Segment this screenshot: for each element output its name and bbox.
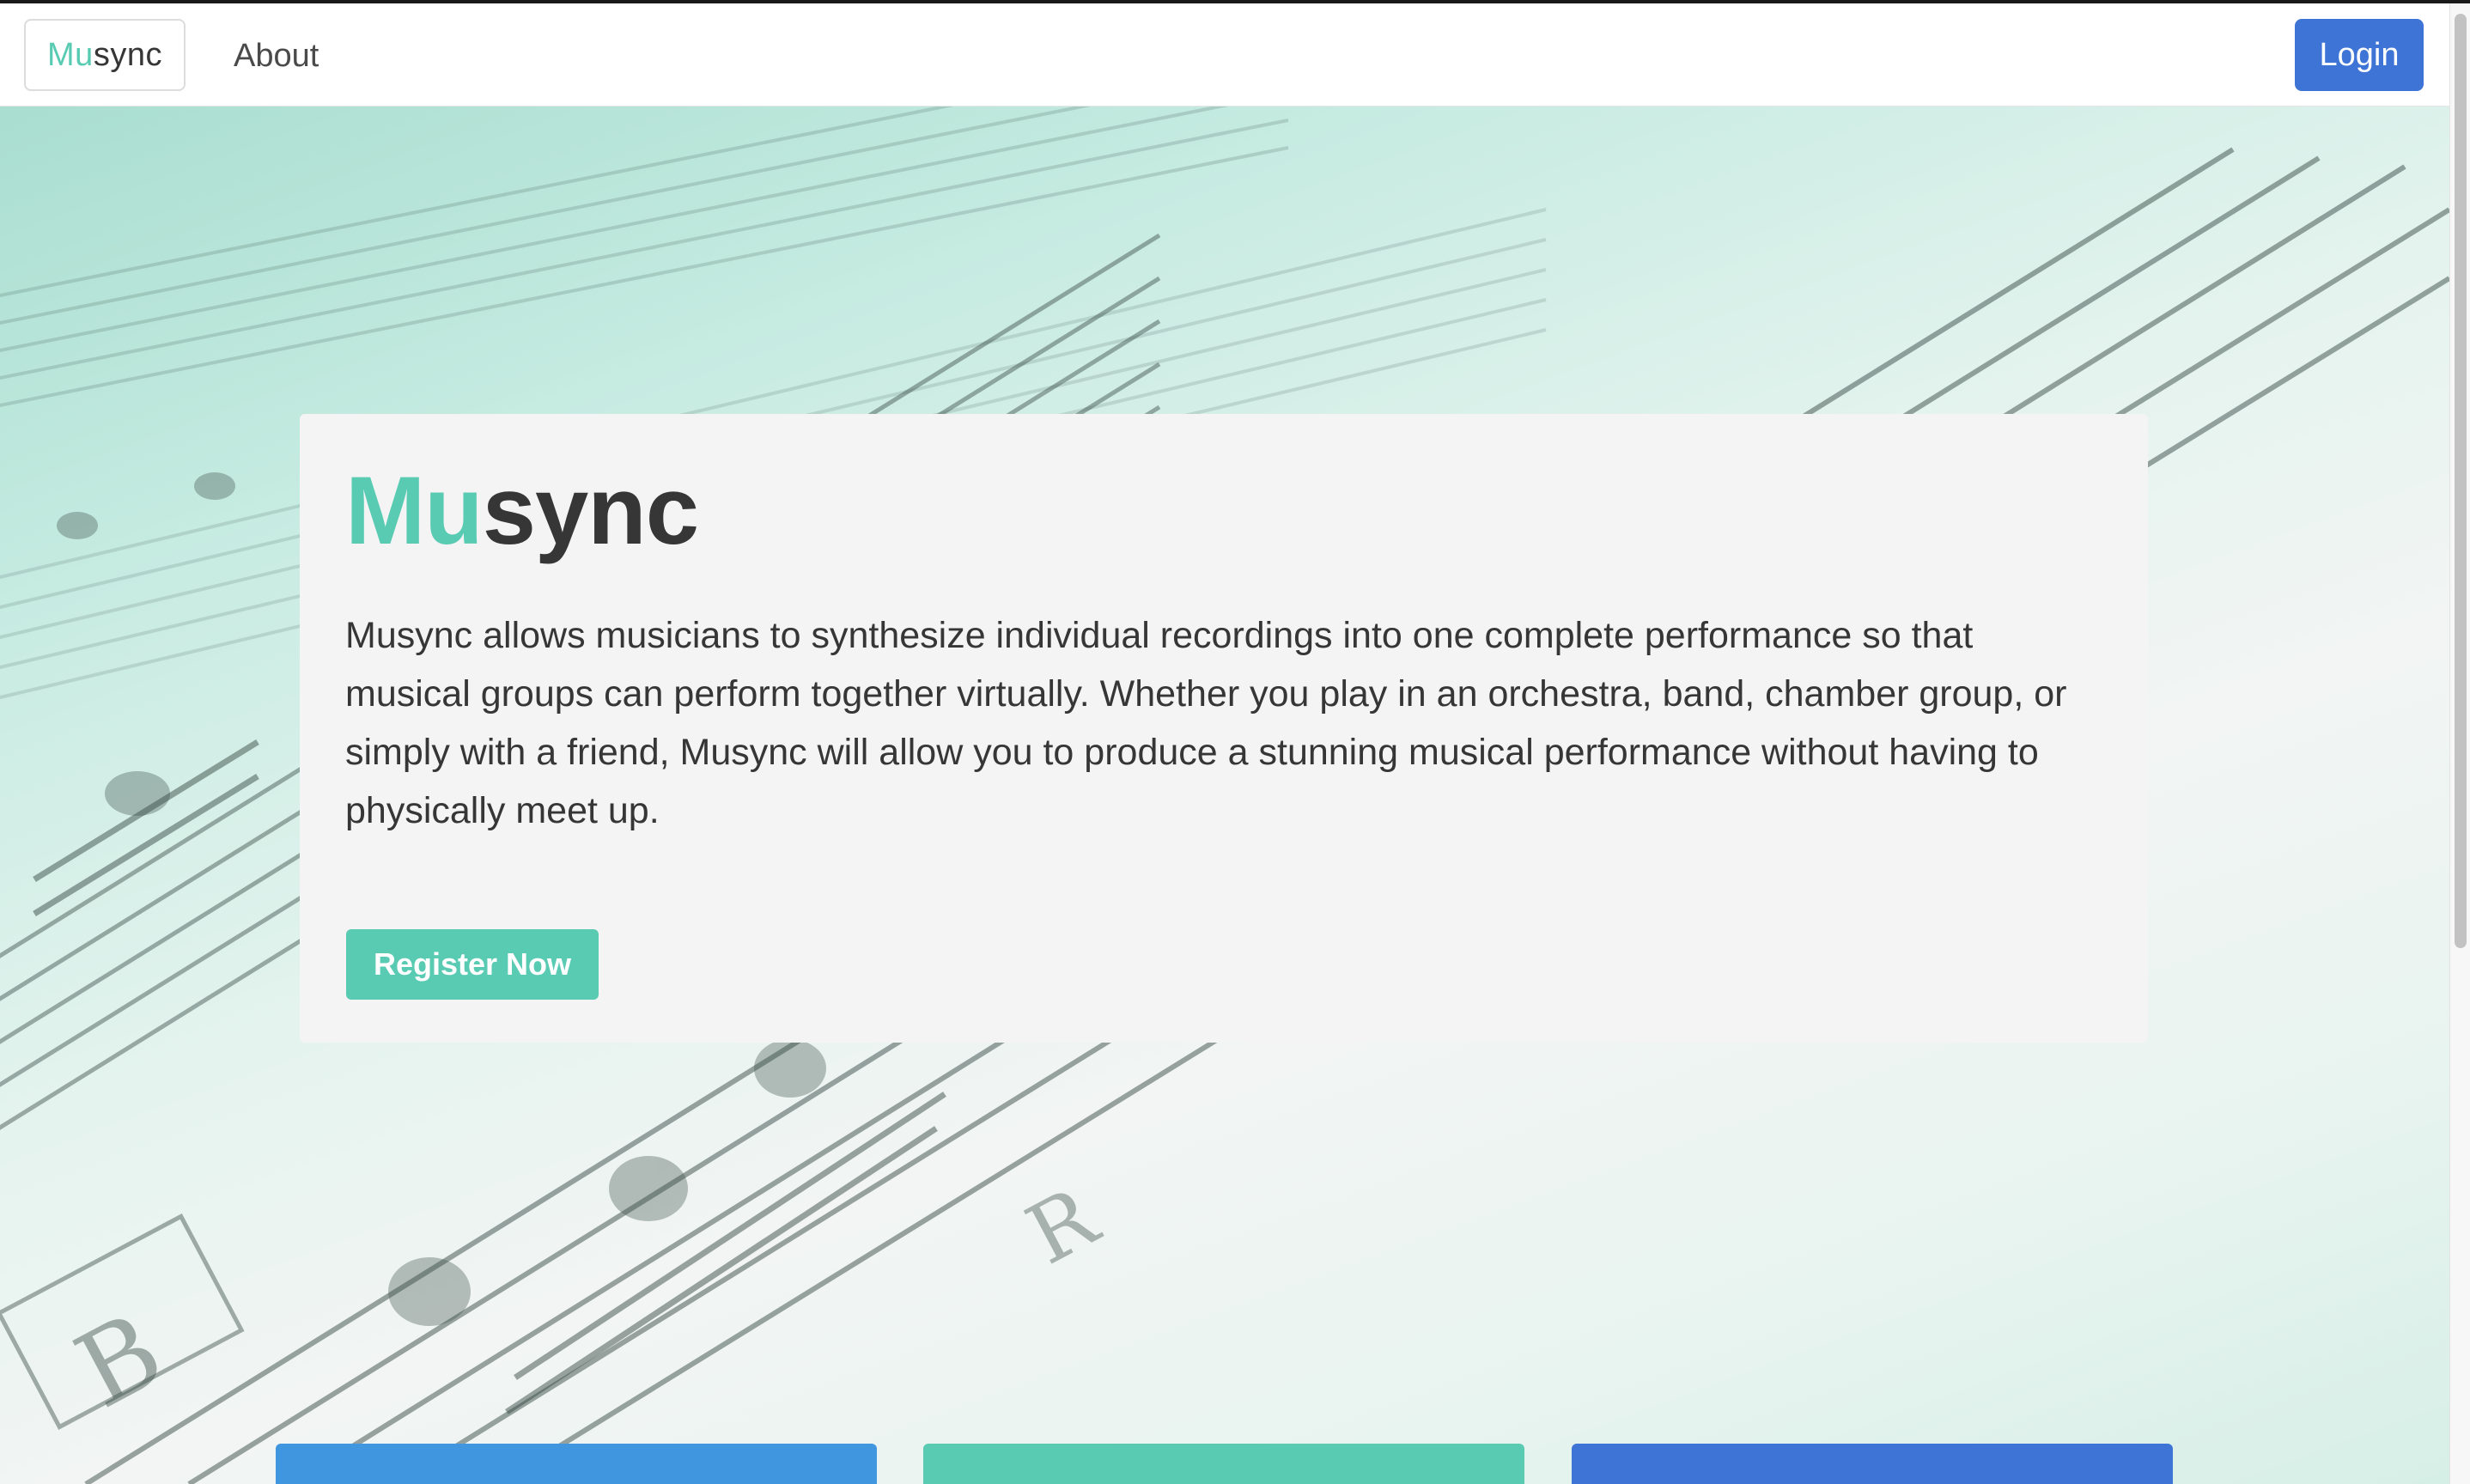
hero-title-accent: Mu xyxy=(345,457,484,564)
hero-description: Musync allows musicians to synthesize in… xyxy=(345,615,2067,831)
svg-text:R: R xyxy=(1012,1168,1114,1283)
hero-section: B R Musync Musync allows musicians to sy… xyxy=(0,106,2449,1484)
scrollbar-thumb[interactable] xyxy=(2455,14,2467,948)
feature-card-2[interactable] xyxy=(923,1444,1524,1484)
feature-card-3[interactable] xyxy=(1572,1444,2173,1484)
hero-card: Musync Musync allows musicians to synthe… xyxy=(300,414,2148,1043)
brand-logo-link[interactable]: Mu sync xyxy=(24,19,186,91)
register-now-button[interactable]: Register Now xyxy=(346,929,599,1000)
brand-rest-text: sync xyxy=(93,36,162,73)
feature-card-1[interactable] xyxy=(276,1444,877,1484)
hero-title: Musync xyxy=(345,455,699,566)
vertical-scrollbar[interactable] xyxy=(2449,3,2470,1484)
nav-about-link[interactable]: About xyxy=(234,34,319,77)
login-button[interactable]: Login xyxy=(2295,19,2424,91)
navbar: Mu sync About Login xyxy=(0,3,2449,106)
svg-text:B: B xyxy=(58,1291,181,1432)
brand-accent-text: Mu xyxy=(47,36,94,73)
hero-title-rest: sync xyxy=(482,457,699,564)
